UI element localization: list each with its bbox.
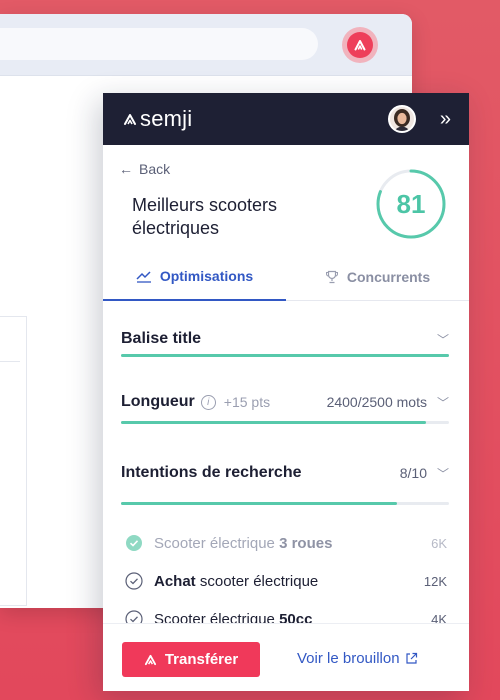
score-value: 81 <box>396 188 426 219</box>
address-bar[interactable] <box>0 28 318 60</box>
collapse-panel-icon[interactable]: » <box>440 109 451 129</box>
title-tag-progress <box>121 354 449 357</box>
content-score: 81 <box>375 168 447 240</box>
chevron-down-icon[interactable]: ﹀ <box>437 394 449 411</box>
panel-tabs: Optimisations Concurrents <box>103 253 469 301</box>
trophy-icon <box>325 270 338 284</box>
panel-footer: Transférer Voir le brouillon <box>103 623 469 691</box>
semji-extension-button[interactable] <box>342 27 378 63</box>
keyword-prefix: Scooter électrique <box>154 534 280 552</box>
keyword-list: Scooter électrique 3 roues 6K Achat scoo… <box>125 524 447 638</box>
intents-value: 8/10 <box>399 465 427 481</box>
panel-header: semji » <box>103 93 469 145</box>
transfer-label: Transférer <box>164 651 239 668</box>
semji-logo-icon <box>354 40 366 51</box>
keyword-bold: 3 roues <box>279 534 333 552</box>
semji-logo[interactable]: semji <box>123 106 192 132</box>
back-label: Back <box>139 161 171 177</box>
tab-optimisations-label: Optimisations <box>159 268 254 284</box>
semji-logo-icon <box>124 114 136 125</box>
page-content-card <box>0 316 27 606</box>
back-arrow-icon: ← <box>119 161 133 177</box>
check-circle-icon[interactable] <box>125 534 143 552</box>
browser-toolbar <box>0 14 412 76</box>
view-draft-link[interactable]: Voir le brouillon <box>297 650 418 667</box>
chevron-down-icon[interactable]: ﹀ <box>437 331 449 348</box>
keyword-volume: 6K <box>431 535 447 551</box>
length-progress <box>121 421 449 424</box>
transfer-button[interactable]: Transférer <box>122 642 260 677</box>
back-link[interactable]: ← Back <box>119 161 170 177</box>
draft-label: Voir le brouillon <box>297 650 400 667</box>
list-item[interactable]: Achat scooter électrique 12K <box>125 562 447 600</box>
trending-icon <box>136 271 151 283</box>
info-icon[interactable]: i <box>200 394 216 410</box>
intents-progress <box>121 502 449 505</box>
tab-concurrents[interactable]: Concurrents <box>286 253 469 301</box>
keyword-suffix: scooter électrique <box>195 572 319 590</box>
tab-concurrents-label: Concurrents <box>346 269 431 285</box>
chevron-down-icon[interactable]: ﹀ <box>437 465 449 482</box>
avatar[interactable] <box>387 105 416 133</box>
semji-panel: semji » ← Back Meilleurs scooters électr… <box>103 93 469 691</box>
section-search-intents[interactable]: Intentions de recherche 8/10 ﹀ <box>121 462 449 505</box>
section-length[interactable]: Longueur i +15 pts 2400/2500 mots ﹀ <box>121 391 449 424</box>
keyword-volume: 12K <box>423 573 447 589</box>
section-title-tag-label: Balise title <box>121 330 202 347</box>
page-title: Meilleurs scooters électriques <box>132 195 278 238</box>
section-intents-label: Intentions de recherche <box>121 464 302 481</box>
list-item[interactable]: Scooter électrique 3 roues 6K <box>125 524 447 562</box>
section-length-label: Longueur <box>121 393 195 410</box>
semji-logo-icon <box>144 654 156 666</box>
tab-optimisations[interactable]: Optimisations <box>103 253 286 301</box>
brand-name: semji <box>140 106 193 131</box>
external-link-icon <box>405 652 417 664</box>
length-bonus: +15 pts <box>223 394 271 410</box>
check-circle-icon[interactable] <box>125 572 143 590</box>
length-value: 2400/2500 mots <box>326 394 427 410</box>
section-title-tag[interactable]: Balise title ﹀ <box>121 328 449 357</box>
keyword-bold: Achat <box>154 572 196 590</box>
